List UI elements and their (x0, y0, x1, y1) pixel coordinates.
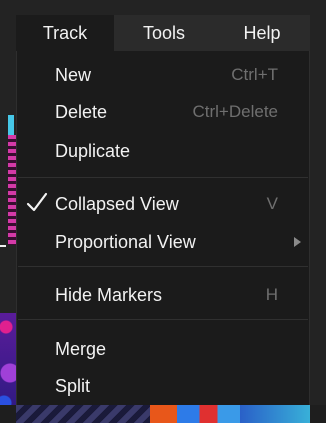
menu-tools[interactable]: Tools (114, 15, 214, 51)
background-artwork (150, 405, 240, 423)
menu-item-label: Proportional View (55, 231, 196, 252)
background-canvas-left (0, 95, 16, 423)
menu-item-shortcut: V (266, 194, 278, 213)
background-artwork (8, 135, 16, 245)
menu-item-merge[interactable]: Merge (17, 331, 309, 367)
menu-item-duplicate[interactable]: Duplicate (17, 133, 309, 169)
background-artwork (240, 405, 310, 423)
background-canvas-bottom (0, 405, 326, 423)
menu-item-delete[interactable]: Delete Ctrl+Delete (17, 94, 309, 130)
menu-item-shortcut: H (265, 285, 278, 304)
menu-item-label: Merge (55, 338, 107, 359)
menu-track[interactable]: Track (16, 15, 114, 51)
app-window: Track Tools Help New Ctrl+T Delete Ctrl+… (0, 0, 326, 423)
menu-item-label: New (55, 64, 92, 85)
background-artwork (0, 245, 6, 247)
track-dropdown-menu: New Ctrl+T Delete Ctrl+Delete Duplicate … (16, 51, 310, 405)
menu-item-label: Split (55, 375, 91, 396)
menu-item-label: Collapsed View (55, 193, 179, 214)
submenu-arrow-icon (294, 237, 301, 247)
menu-item-split[interactable]: Split (17, 368, 309, 404)
menu-bar: Track Tools Help (16, 15, 310, 51)
checkmark-icon (26, 192, 48, 212)
menu-separator (18, 177, 308, 178)
menu-item-collapsed-view[interactable]: Collapsed View V (17, 186, 309, 222)
menu-help[interactable]: Help (214, 15, 310, 51)
menu-item-shortcut: Ctrl+T (231, 65, 278, 84)
background-artwork (16, 405, 150, 423)
menu-item-label: Delete (55, 101, 108, 122)
menu-item-label: Duplicate (55, 140, 131, 161)
background-artwork (8, 115, 14, 135)
menu-separator (18, 319, 308, 320)
menu-item-new[interactable]: New Ctrl+T (17, 57, 309, 93)
menu-item-label: Hide Markers (55, 284, 163, 305)
menu-item-hide-markers[interactable]: Hide Markers H (17, 277, 309, 313)
menu-separator (18, 266, 308, 267)
menu-item-proportional-view[interactable]: Proportional View (17, 224, 309, 260)
menu-item-shortcut: Ctrl+Delete (192, 102, 278, 121)
